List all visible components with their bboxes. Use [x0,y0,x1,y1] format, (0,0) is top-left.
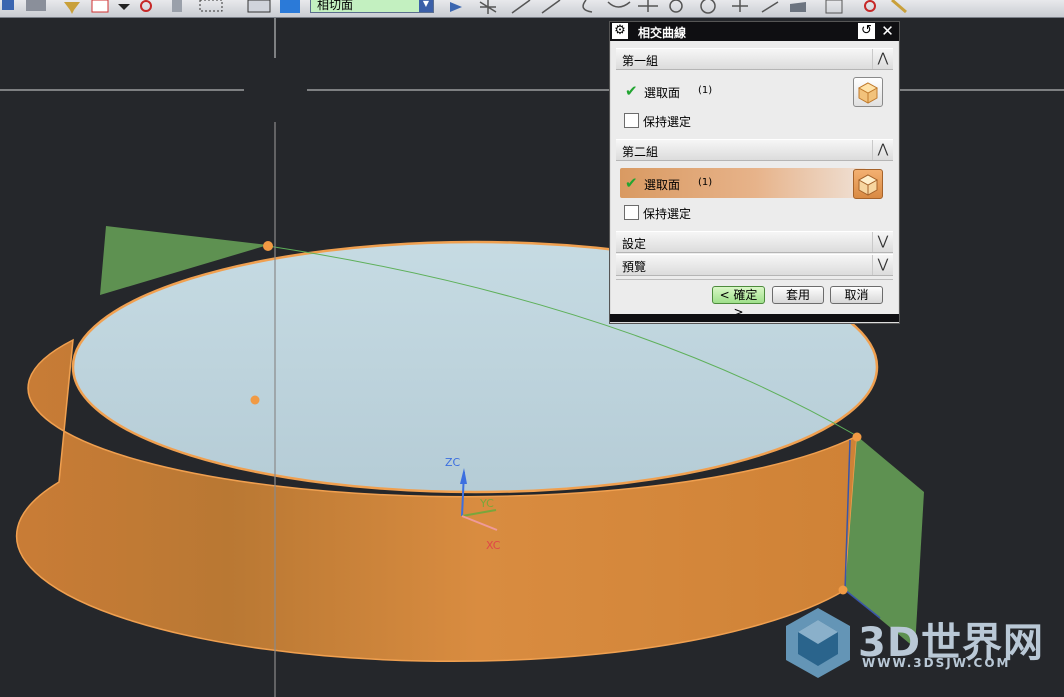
keep-selected-checkbox-1[interactable]: 保持選定 [624,111,774,129]
toolbar-icon-group-left[interactable] [0,0,300,14]
keep-selected-checkbox-2[interactable]: 保持選定 [624,203,774,221]
select-face-row-1[interactable]: ✔ 選取面 (1) [620,76,866,106]
chevron-down-icon[interactable]: ⋁ [872,255,893,275]
checkbox-box-1[interactable] [624,113,639,128]
point-center-left[interactable] [250,395,260,405]
section-label-first-set: 第一組 [622,54,659,68]
point-right-bottom[interactable] [838,585,848,595]
section-header-first-set[interactable]: 第一組 ⋀ [616,48,893,70]
section-header-settings[interactable]: 設定 ⋁ [616,231,893,253]
section-label-preview: 預覽 [622,260,647,274]
section-label-second-set: 第二組 [622,145,659,159]
select-face-count-1: (1) [698,85,713,96]
section-label-settings: 設定 [622,237,647,251]
dialog-bottom-bar [610,314,899,322]
select-face-label-1: 選取面 [644,86,681,100]
reset-icon[interactable]: ↺ [858,23,875,39]
select-face-row-2[interactable]: ✔ 選取面 (1) [620,168,866,198]
toolbar-icon-group-right[interactable] [440,0,920,14]
select-face-button-1[interactable] [853,77,883,107]
checkmark-icon: ✔ [625,174,638,192]
z-axis-label: ZC [445,456,461,469]
dialog-title-bar[interactable]: ⚙ 相交曲線 ↺ ✕ [610,22,899,41]
watermark-url: WWW.3DSJW.COM [862,656,1011,670]
keep-selected-label-2: 保持選定 [643,207,692,221]
y-axis-label: YC [479,497,494,510]
select-face-button-2[interactable] [853,169,883,199]
checkmark-icon: ✔ [625,82,638,100]
section-header-preview[interactable]: 預覽 ⋁ [616,254,893,276]
apply-button[interactable]: 套用 [772,286,824,304]
chevron-up-icon[interactable]: ⋀ [872,49,893,69]
keep-selected-label-1: 保持選定 [643,115,692,129]
main-toolbar: 相切面 ▼ [0,0,1064,18]
watermark-logo-icon [786,608,850,678]
selection-filter-dropdown[interactable]: 相切面 ▼ [310,0,434,13]
chevron-down-icon: ▼ [419,0,433,12]
face-cube-icon [857,174,879,196]
chevron-down-icon[interactable]: ⋁ [872,232,893,252]
section-header-second-set[interactable]: 第二組 ⋀ [616,139,893,161]
x-axis-label: XC [486,539,501,552]
dialog-title: 相交曲線 [638,26,687,40]
viewport-canvas[interactable]: ZC YC XC [0,0,1064,697]
intersection-curve-dialog: ⚙ 相交曲線 ↺ ✕ 第一組 ⋀ ✔ 選取面 (1) 保持選定 第二組 ⋀ ✔ … [609,21,900,324]
close-icon[interactable]: ✕ [879,23,896,39]
dialog-separator [616,279,893,280]
point-top-left[interactable] [263,241,273,251]
ok-button[interactable]: < 確定 > [712,286,765,319]
chevron-up-icon[interactable]: ⋀ [872,140,893,160]
select-face-count-2: (1) [698,177,713,188]
select-face-label-2: 選取面 [644,178,681,192]
checkbox-box-2[interactable] [624,205,639,220]
cancel-button[interactable]: 取消 [830,286,883,304]
gear-icon[interactable]: ⚙ [612,23,628,39]
face-cube-icon [857,82,879,104]
selection-filter-value: 相切面 [317,0,354,12]
point-right-top[interactable] [852,432,862,442]
